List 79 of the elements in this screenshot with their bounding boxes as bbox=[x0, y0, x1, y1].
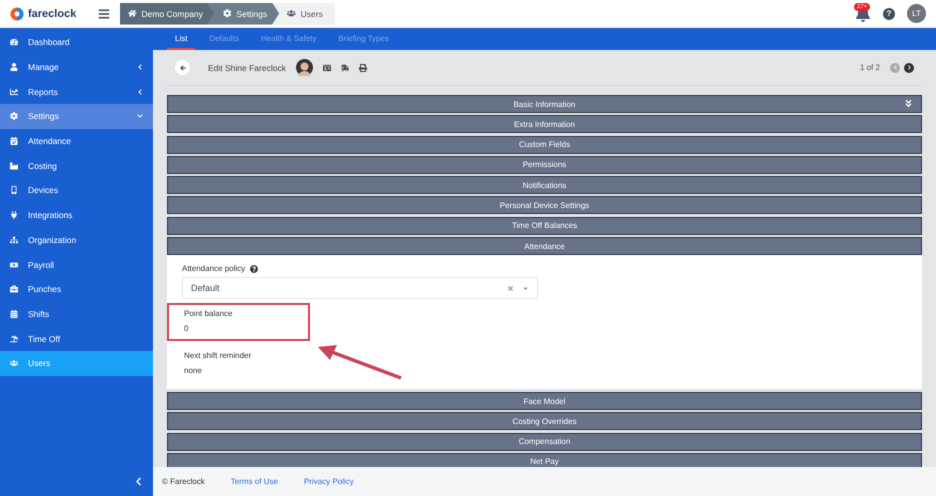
section-header[interactable]: Permissions bbox=[167, 156, 922, 174]
chart-icon bbox=[10, 88, 19, 96]
section-header[interactable]: Compensation bbox=[167, 432, 922, 451]
settings-icon bbox=[222, 9, 232, 18]
section-header[interactable]: Notifications bbox=[167, 176, 922, 194]
section-header[interactable]: Attendance bbox=[167, 237, 922, 256]
avatar bbox=[296, 59, 313, 76]
sidebar-item[interactable]: Costing bbox=[0, 153, 153, 178]
chevron-down-icon bbox=[137, 113, 143, 120]
sidebar-item[interactable]: Integrations bbox=[0, 202, 153, 228]
section-header[interactable]: Personal Device Settings bbox=[167, 196, 922, 214]
field-value: 0 bbox=[184, 324, 190, 334]
field-label: Point balance bbox=[184, 309, 234, 318]
clear-icon[interactable] bbox=[507, 284, 514, 292]
print-icon[interactable] bbox=[358, 64, 367, 72]
help-button[interactable]: ? bbox=[883, 8, 895, 20]
factory-icon bbox=[10, 162, 19, 170]
hierarchy-icon bbox=[10, 236, 19, 244]
menu-icon[interactable] bbox=[98, 8, 110, 20]
arrow-left-icon bbox=[180, 64, 186, 70]
home-icon bbox=[128, 9, 136, 18]
chevron-left-icon bbox=[137, 64, 143, 70]
footer-link[interactable]: Terms of Use bbox=[230, 477, 278, 486]
sidebar-item[interactable]: Attendance bbox=[0, 128, 153, 154]
sidebar-item[interactable]: Punches bbox=[0, 276, 153, 302]
calendar-icon bbox=[10, 310, 19, 318]
field-value: none bbox=[184, 366, 203, 376]
calendar-icon bbox=[10, 137, 19, 146]
briefcase-icon bbox=[10, 285, 19, 294]
sidebar-item[interactable]: Dashboard bbox=[0, 30, 153, 55]
section-header[interactable]: Costing Overrides bbox=[167, 412, 922, 430]
pager-text: 1 of 2 bbox=[860, 63, 880, 72]
section-header[interactable]: Face Model bbox=[167, 392, 922, 410]
user-avatar[interactable]: LT bbox=[907, 4, 926, 23]
field-label: Next shift reminder bbox=[184, 351, 252, 360]
logo-text: fareclock bbox=[28, 8, 76, 20]
user-icon bbox=[10, 63, 19, 72]
section-header[interactable]: Custom Fields bbox=[167, 136, 922, 154]
settings-icon bbox=[10, 112, 19, 120]
plug-icon bbox=[10, 211, 19, 220]
record-title: Edit Shine Fareclock bbox=[208, 62, 286, 72]
field-label: Attendance policy bbox=[182, 264, 246, 274]
section-header[interactable]: Basic Information bbox=[167, 95, 922, 113]
double-chevron-icon[interactable] bbox=[904, 99, 913, 108]
users-icon bbox=[287, 9, 296, 18]
beach-umbrella-icon bbox=[10, 334, 19, 343]
back-button[interactable] bbox=[175, 60, 190, 75]
policy-select[interactable]: Default bbox=[182, 277, 538, 300]
truck-icon[interactable] bbox=[340, 64, 349, 72]
breadcrumb-item[interactable]: Settings bbox=[206, 2, 280, 24]
id-card-icon[interactable] bbox=[322, 64, 331, 72]
sidebar-item[interactable]: Shifts bbox=[0, 302, 153, 326]
sidebar-item[interactable]: Settings bbox=[0, 104, 153, 129]
help-icon[interactable] bbox=[250, 264, 258, 273]
chevron-left-icon bbox=[137, 88, 143, 95]
section-header[interactable]: Extra Information bbox=[167, 115, 922, 134]
users-icon bbox=[10, 359, 19, 368]
sidebar-item[interactable]: Devices bbox=[0, 178, 153, 203]
section-header[interactable]: Time Off Balances bbox=[167, 216, 922, 235]
sidebar-item[interactable]: Payroll bbox=[0, 252, 153, 277]
tab[interactable]: List bbox=[167, 28, 196, 50]
chevron-left-icon[interactable] bbox=[134, 477, 143, 486]
phone-icon bbox=[10, 186, 19, 194]
sidebar-item[interactable]: Users bbox=[0, 350, 153, 376]
breadcrumb-item[interactable]: Demo Company bbox=[120, 2, 215, 24]
section-header[interactable]: Net Pay bbox=[167, 452, 922, 467]
chevron-right-icon bbox=[906, 65, 912, 70]
sidebar-item[interactable]: Reports bbox=[0, 79, 153, 104]
sidebar-item[interactable]: Manage bbox=[0, 54, 153, 80]
footer-link[interactable]: Privacy Policy bbox=[304, 477, 354, 486]
next-button[interactable] bbox=[904, 62, 914, 72]
copyright-text: © Fareclock bbox=[162, 477, 205, 486]
sidebar-item[interactable]: Time Off bbox=[0, 326, 153, 351]
dashboard-icon bbox=[10, 38, 19, 46]
logo-icon bbox=[10, 6, 24, 20]
caret-icon[interactable] bbox=[522, 284, 529, 292]
money-icon bbox=[10, 260, 19, 269]
sidebar-item[interactable]: Organization bbox=[0, 228, 153, 252]
chevron-left-icon bbox=[892, 65, 898, 70]
